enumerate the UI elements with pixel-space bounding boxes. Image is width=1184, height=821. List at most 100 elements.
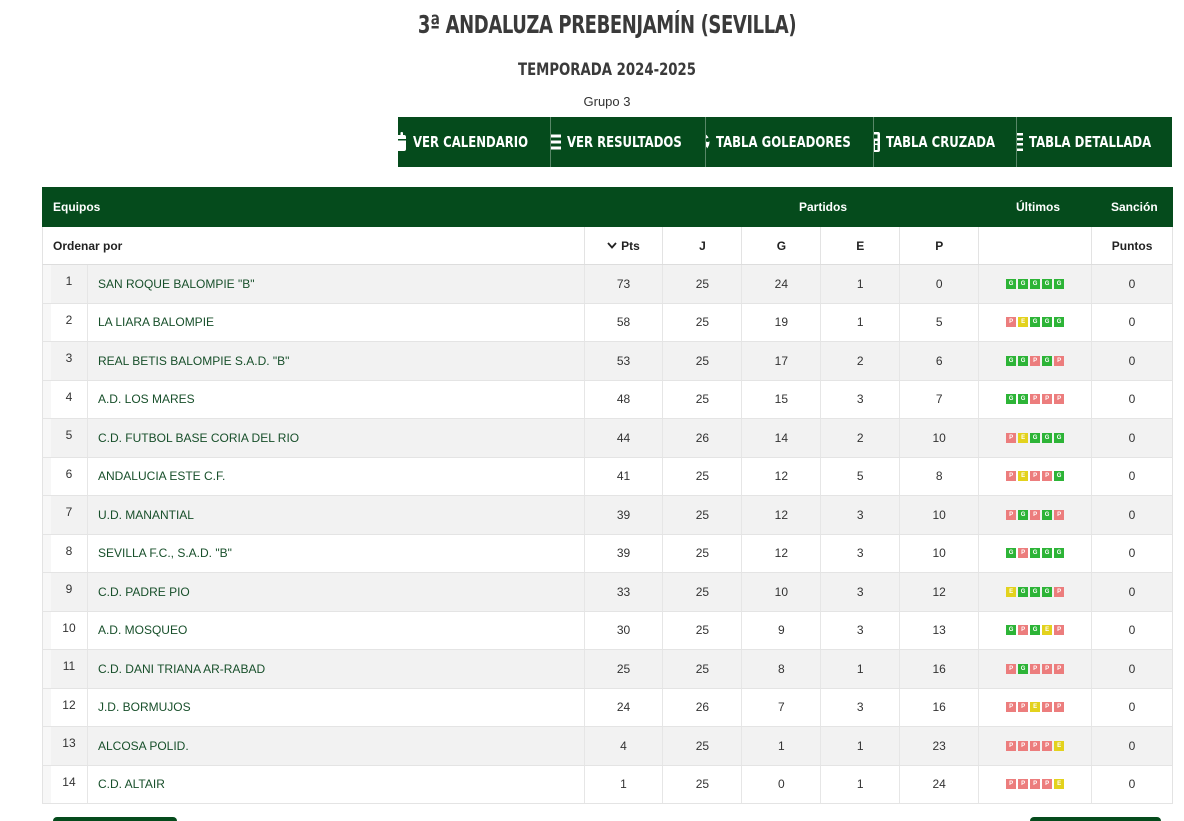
team-name-link[interactable]: A.D. MOSQUEO bbox=[88, 611, 585, 649]
lost-cell: 24 bbox=[900, 765, 980, 803]
list-icon bbox=[551, 134, 562, 150]
last-results-cell: PGPGP bbox=[979, 496, 1093, 534]
sort-pts-header[interactable]: Pts bbox=[585, 227, 664, 264]
table-row[interactable]: 13 ALCOSA POLID. 4 25 1 1 23 P P P P E 0 bbox=[42, 727, 1173, 766]
last-results-cell: GPGEP bbox=[979, 611, 1093, 649]
table-row[interactable]: 6 ANDALUCIA ESTE C.F. 41 25 12 5 8 P E P P G 0 bbox=[42, 457, 1173, 496]
team-name-link[interactable]: C.D. DANI TRIANA AR-RABAD bbox=[88, 650, 585, 688]
team-name-link[interactable]: LA LIARA BALOMPIE bbox=[88, 303, 585, 341]
last-results-cell: EGGGP bbox=[979, 573, 1093, 611]
table-row[interactable]: 10 A.D. MOSQUEO 30 25 9 3 13 G P G E P 0 bbox=[42, 611, 1173, 650]
sanction-points-cell: 0 bbox=[1128, 276, 1136, 291]
result-badge: E bbox=[1018, 432, 1029, 443]
result-badge: G bbox=[1018, 355, 1029, 366]
drawn-cell: 1 bbox=[821, 303, 901, 341]
played-cell: 25 bbox=[663, 765, 743, 803]
sanction-points-cell: 0 bbox=[1128, 392, 1136, 407]
team-name-link[interactable]: C.D. PADRE PIO bbox=[88, 573, 585, 611]
team-name-link[interactable]: REAL BETIS BALOMPIE S.A.D. "B" bbox=[88, 342, 585, 380]
lost-cell: 7 bbox=[900, 380, 980, 418]
table-row[interactable]: 3 REAL BETIS BALOMPIE S.A.D. "B" 53 25 17 2 6 G… bbox=[42, 342, 1173, 381]
table-row[interactable]: 11 C.D. DANI TRIANA AR-RABAD 25 25 8 1 16 P G P P P… bbox=[42, 650, 1173, 689]
result-badge: P bbox=[1018, 548, 1029, 559]
points-cell: 39 bbox=[585, 534, 664, 572]
team-name-link[interactable]: C.D. FUTBOL BASE CORIA DEL RIO bbox=[88, 419, 585, 457]
result-badge: P bbox=[1018, 702, 1029, 713]
result-badge: G bbox=[1018, 586, 1029, 597]
result-badge: P bbox=[1030, 779, 1041, 790]
sort-e-header[interactable]: E bbox=[821, 227, 901, 264]
position-cell: 13 bbox=[43, 727, 88, 765]
team-name-link[interactable]: A.D. LOS MARES bbox=[88, 380, 585, 418]
result-badge: E bbox=[1030, 702, 1041, 713]
result-badge: P bbox=[1054, 509, 1065, 520]
table-row[interactable]: 7 U.D. MANANTIAL 39 25 12 3 10 P G P G P 0 bbox=[42, 496, 1173, 535]
sort-p-header[interactable]: P bbox=[900, 227, 980, 264]
table-row[interactable]: 5 C.D. FUTBOL BASE CORIA DEL RIO 44 26 14 2 10… bbox=[42, 419, 1173, 458]
result-badge: P bbox=[1054, 394, 1065, 405]
result-badge: G bbox=[1042, 278, 1053, 289]
played-cell: 25 bbox=[663, 380, 743, 418]
view-results-button[interactable]: VER RESULTADOS bbox=[550, 117, 705, 167]
won-cell: 10 bbox=[742, 573, 822, 611]
result-badge: G bbox=[1042, 317, 1053, 328]
result-badge: P bbox=[1054, 355, 1065, 366]
team-name-link[interactable]: ALCOSA POLID. bbox=[88, 727, 585, 765]
result-badge: G bbox=[1054, 548, 1065, 559]
won-cell: 12 bbox=[742, 534, 822, 572]
scorers-table-label: TABLA GOLEADORES bbox=[716, 133, 851, 151]
played-cell: 25 bbox=[663, 573, 743, 611]
result-badge: G bbox=[1030, 625, 1041, 636]
team-name-link[interactable]: J.D. BORMUJOS bbox=[88, 688, 585, 726]
team-name-link[interactable]: U.D. MANANTIAL bbox=[88, 496, 585, 534]
last-results-cell: PEGGG bbox=[979, 419, 1093, 457]
result-badge: G bbox=[1006, 625, 1017, 636]
calculator-icon bbox=[874, 132, 880, 152]
result-badge: G bbox=[1030, 548, 1041, 559]
played-cell: 25 bbox=[663, 496, 743, 534]
result-badge: G bbox=[1018, 663, 1029, 674]
result-badge: G bbox=[1030, 317, 1041, 328]
last-results-cell: PPEPP bbox=[979, 688, 1093, 726]
table-row[interactable]: 14 C.D. ALTAIR 1 25 0 1 24 P P P P E 0 bbox=[42, 765, 1173, 804]
result-badge: P bbox=[1006, 663, 1017, 674]
table-row[interactable]: 12 J.D. BORMUJOS 24 26 7 3 16 P P E P P 0 bbox=[42, 688, 1173, 727]
won-cell: 9 bbox=[742, 611, 822, 649]
drawn-cell: 3 bbox=[821, 573, 901, 611]
sanction-header: Sanción bbox=[1111, 200, 1158, 214]
played-cell: 25 bbox=[663, 303, 743, 341]
result-badge: G bbox=[1030, 278, 1041, 289]
team-name-link[interactable]: ANDALUCIA ESTE C.F. bbox=[88, 457, 585, 495]
indent-icon bbox=[1017, 133, 1024, 151]
table-row[interactable]: 8 SEVILLA F.C., S.A.D. "B" 39 25 12 3 10 G P G G G 0 bbox=[42, 534, 1173, 573]
team-name-link[interactable]: C.D. ALTAIR bbox=[88, 765, 585, 803]
result-badge: P bbox=[1018, 740, 1029, 751]
cross-table-button[interactable]: TABLA CRUZADA bbox=[873, 117, 1016, 167]
detailed-table-button[interactable]: TABLA DETALLADA bbox=[1016, 117, 1172, 167]
result-badge: P bbox=[1030, 471, 1041, 482]
detailed-table-label: TABLA DETALLADA bbox=[1029, 133, 1152, 151]
sort-j-header[interactable]: J bbox=[663, 227, 743, 264]
view-calendar-button[interactable]: VER CALENDARIO bbox=[398, 117, 550, 167]
points-cell: 30 bbox=[585, 611, 664, 649]
result-badge: P bbox=[1030, 509, 1041, 520]
team-name-link[interactable]: SEVILLA F.C., S.A.D. "B" bbox=[88, 534, 585, 572]
table-row[interactable]: 9 C.D. PADRE PIO 33 25 10 3 12 E G G G P 0 bbox=[42, 573, 1173, 612]
table-row[interactable]: 2 LA LIARA BALOMPIE 58 25 19 1 5 P E G G G 0 bbox=[42, 303, 1173, 342]
sort-g-header[interactable]: G bbox=[742, 227, 822, 264]
result-badge: P bbox=[1042, 394, 1053, 405]
table-row[interactable]: 4 A.D. LOS MARES 48 25 15 3 7 G G P P P 0 bbox=[42, 380, 1173, 419]
result-badge: E bbox=[1042, 625, 1053, 636]
last-results-cell: PPPPE bbox=[979, 765, 1093, 803]
result-badge: P bbox=[1030, 355, 1041, 366]
lost-cell: 16 bbox=[900, 650, 980, 688]
scorers-table-button[interactable]: TABLA GOLEADORES bbox=[705, 117, 873, 167]
team-name-link[interactable]: SAN ROQUE BALOMPIE "B" bbox=[88, 265, 585, 303]
table-row[interactable]: 1 SAN ROQUE BALOMPIE "B" 73 25 24 1 0 G G G G G 0 bbox=[42, 265, 1173, 304]
last-results-cell: GGPGP bbox=[979, 342, 1093, 380]
drawn-cell: 1 bbox=[821, 727, 901, 765]
result-badge: G bbox=[1030, 432, 1041, 443]
position-cell: 14 bbox=[43, 765, 88, 803]
points-cell: 39 bbox=[585, 496, 664, 534]
result-badge: P bbox=[1030, 663, 1041, 674]
